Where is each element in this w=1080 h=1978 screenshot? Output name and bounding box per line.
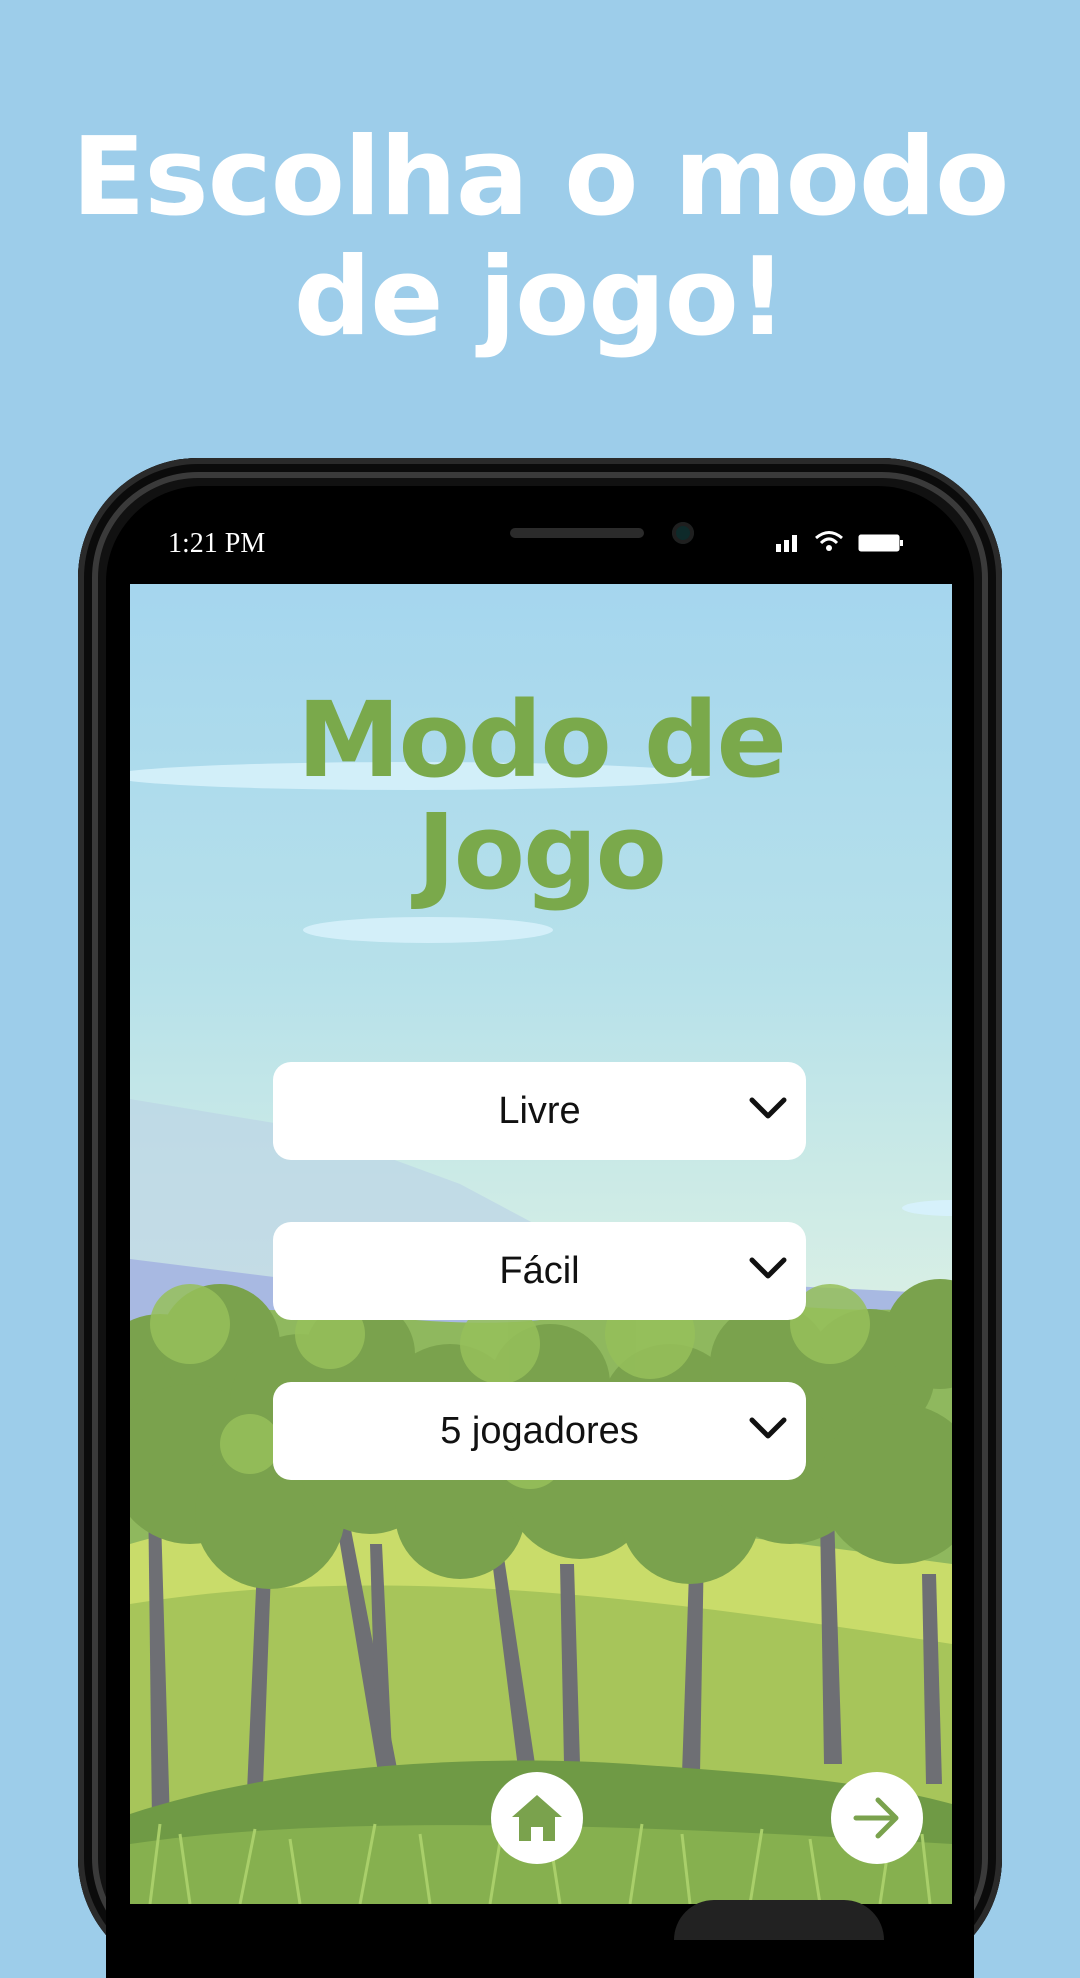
next-button[interactable] xyxy=(831,1772,923,1864)
phone-bottom-notch xyxy=(674,1900,884,1940)
mode-select[interactable]: Livre xyxy=(273,1062,806,1160)
promo-title-line-1: Escolha o modo xyxy=(71,115,1010,240)
home-icon xyxy=(512,1795,562,1841)
app-title: Modo de Jogo xyxy=(130,684,952,908)
mode-select-value: Livre xyxy=(498,1090,581,1132)
app-title-line-2: Jogo xyxy=(416,791,667,913)
wifi-icon xyxy=(815,531,843,551)
app-screen: Modo de Jogo Livre Fácil 5 jogadores xyxy=(130,584,952,1904)
phone-speaker xyxy=(510,528,644,538)
chevron-down-icon xyxy=(749,1097,787,1119)
front-camera xyxy=(672,522,694,544)
arrow-right-icon xyxy=(853,1797,899,1839)
home-button[interactable] xyxy=(491,1772,583,1864)
battery-icon xyxy=(858,534,903,552)
status-icons xyxy=(776,530,904,552)
chevron-down-icon xyxy=(749,1417,787,1439)
chevron-down-icon xyxy=(749,1257,787,1279)
app-title-line-1: Modo de xyxy=(296,679,787,801)
difficulty-select[interactable]: Fácil xyxy=(273,1222,806,1320)
signal-icon xyxy=(776,535,797,552)
promo-title-line-2: de jogo! xyxy=(293,235,787,360)
players-select[interactable]: 5 jogadores xyxy=(273,1382,806,1480)
difficulty-select-value: Fácil xyxy=(499,1250,580,1292)
status-time: 1:21 PM xyxy=(168,528,266,559)
promo-title: Escolha o modo de jogo! xyxy=(0,118,1080,358)
players-select-value: 5 jogadores xyxy=(440,1410,639,1452)
